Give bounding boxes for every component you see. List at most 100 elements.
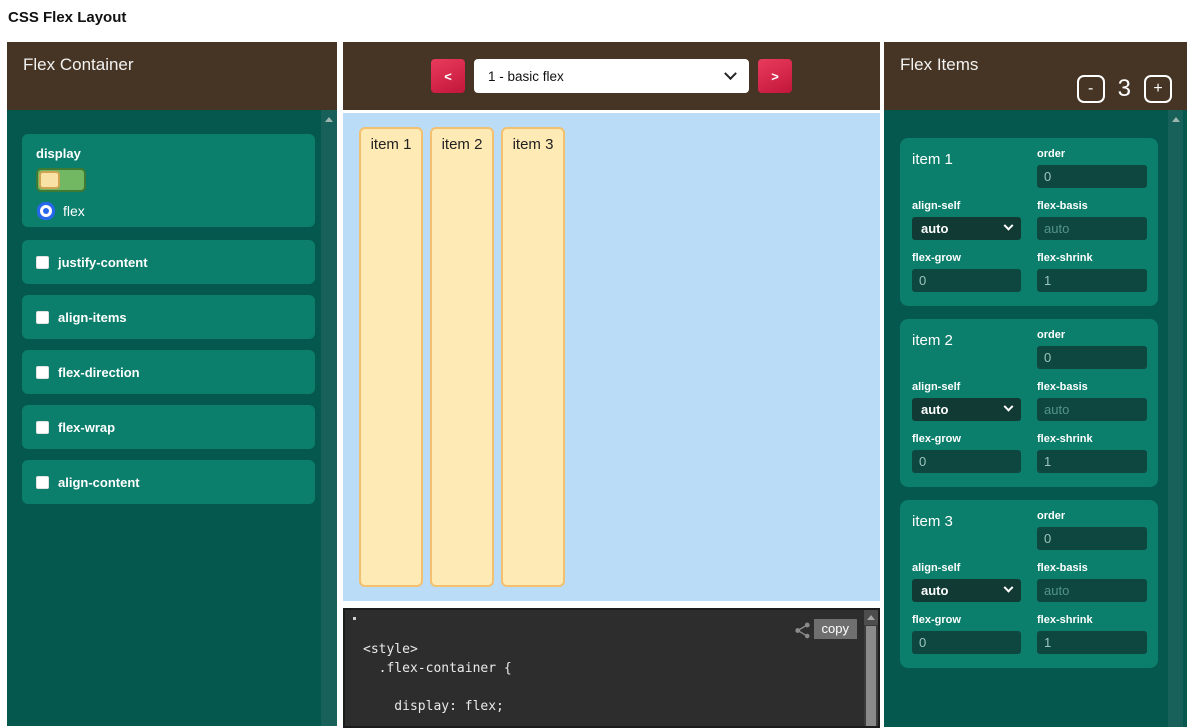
property-label: align-content xyxy=(58,475,140,490)
align-self-value: auto xyxy=(921,583,948,598)
flex-basis-input[interactable] xyxy=(1037,398,1147,421)
flex-item-card: item 1 order align-self auto flex-basis xyxy=(900,138,1158,306)
flex-items-panel-header: Flex Items - 3 + xyxy=(884,42,1187,110)
flex-shrink-field: flex-shrink xyxy=(1037,614,1147,654)
property-card: flex-direction xyxy=(22,350,315,394)
example-select-value: 1 - basic flex xyxy=(488,69,564,84)
scroll-up-icon[interactable] xyxy=(325,117,333,122)
code-panel: <style> .flex-container { display: flex;… xyxy=(343,608,880,728)
align-self-select[interactable]: auto xyxy=(912,579,1021,602)
flex-basis-field: flex-basis xyxy=(1037,200,1147,240)
flex-grow-field: flex-grow xyxy=(912,433,1021,473)
order-label: order xyxy=(1037,148,1147,160)
property-checkbox[interactable] xyxy=(36,476,49,489)
align-self-label: align-self xyxy=(912,200,1021,212)
demo-flex-item: item 1 xyxy=(359,127,423,587)
property-card: align-content xyxy=(22,460,315,504)
align-self-select[interactable]: auto xyxy=(912,217,1021,240)
order-input[interactable] xyxy=(1037,346,1147,369)
item-name: item 2 xyxy=(912,329,1021,369)
align-self-select[interactable]: auto xyxy=(912,398,1021,421)
code-text: <style> .flex-container { display: flex; xyxy=(363,640,512,716)
increase-items-button[interactable]: + xyxy=(1144,75,1172,103)
property-label: flex-wrap xyxy=(58,420,115,435)
order-input[interactable] xyxy=(1037,527,1147,550)
align-self-label: align-self xyxy=(912,562,1021,574)
flex-items-panel: Flex Items - 3 + item 1 order align-self… xyxy=(884,42,1187,727)
share-icon[interactable] xyxy=(793,621,812,645)
align-self-field: align-self auto xyxy=(912,381,1021,421)
chevron-down-icon xyxy=(1004,583,1014,593)
flex-shrink-label: flex-shrink xyxy=(1037,433,1147,445)
flex-container-panel: Flex Container display flex justify-cont… xyxy=(7,42,337,726)
copy-button[interactable]: copy xyxy=(814,619,857,639)
align-self-value: auto xyxy=(921,221,948,236)
left-panel-scrollbar[interactable] xyxy=(321,110,337,726)
flex-shrink-field: flex-shrink xyxy=(1037,433,1147,473)
order-field: order xyxy=(1037,510,1147,550)
property-checkbox[interactable] xyxy=(36,311,49,324)
flex-demo-container: item 1 item 2 item 3 xyxy=(343,113,880,601)
chevron-down-icon xyxy=(1004,402,1014,412)
scroll-up-icon[interactable] xyxy=(864,610,878,625)
flex-basis-input[interactable] xyxy=(1037,217,1147,240)
flex-grow-input[interactable] xyxy=(912,269,1021,292)
property-card: justify-content xyxy=(22,240,315,284)
code-scroll-thumb[interactable] xyxy=(866,626,876,726)
flex-radio-label: flex xyxy=(63,203,85,219)
align-self-field: align-self auto xyxy=(912,562,1021,602)
property-card: flex-wrap xyxy=(22,405,315,449)
flex-grow-input[interactable] xyxy=(912,450,1021,473)
chevron-down-icon xyxy=(1004,221,1014,231)
property-label: flex-direction xyxy=(58,365,140,380)
flex-item-card: item 2 order align-self auto flex-basis xyxy=(900,319,1158,487)
code-scrollbar[interactable] xyxy=(864,610,878,726)
flex-basis-label: flex-basis xyxy=(1037,381,1147,393)
next-example-button[interactable]: > xyxy=(758,59,792,93)
item-count: 3 xyxy=(1118,75,1131,103)
item-name: item 3 xyxy=(912,510,1021,550)
toggle-knob xyxy=(39,171,60,189)
right-panel-scrollbar[interactable] xyxy=(1168,110,1183,727)
order-field: order xyxy=(1037,148,1147,188)
example-select[interactable]: 1 - basic flex xyxy=(474,59,749,93)
flex-grow-label: flex-grow xyxy=(912,252,1021,264)
decrease-items-button[interactable]: - xyxy=(1077,75,1105,103)
order-label: order xyxy=(1037,510,1147,522)
flex-grow-input[interactable] xyxy=(912,631,1021,654)
align-self-label: align-self xyxy=(912,381,1021,393)
display-toggle[interactable] xyxy=(36,168,86,192)
flex-radio[interactable] xyxy=(43,208,49,214)
flex-basis-input[interactable] xyxy=(1037,579,1147,602)
flex-shrink-label: flex-shrink xyxy=(1037,252,1147,264)
align-self-value: auto xyxy=(921,402,948,417)
property-label: align-items xyxy=(58,310,127,325)
property-checkbox[interactable] xyxy=(36,421,49,434)
flex-shrink-input[interactable] xyxy=(1037,631,1147,654)
flex-basis-field: flex-basis xyxy=(1037,562,1147,602)
align-self-field: align-self auto xyxy=(912,200,1021,240)
chevron-down-icon xyxy=(724,67,737,80)
prev-example-button[interactable]: < xyxy=(431,59,465,93)
property-checkbox[interactable] xyxy=(36,366,49,379)
flex-grow-label: flex-grow xyxy=(912,614,1021,626)
flex-basis-label: flex-basis xyxy=(1037,200,1147,212)
item-name: item 1 xyxy=(912,148,1021,188)
flex-shrink-input[interactable] xyxy=(1037,450,1147,473)
example-nav-header: < 1 - basic flex > xyxy=(343,42,880,110)
property-checkbox[interactable] xyxy=(36,256,49,269)
flex-shrink-field: flex-shrink xyxy=(1037,252,1147,292)
flex-grow-field: flex-grow xyxy=(912,614,1021,654)
flex-container-panel-body: display flex justify-content align-items xyxy=(7,110,337,726)
display-label: display xyxy=(36,146,301,161)
flex-basis-label: flex-basis xyxy=(1037,562,1147,574)
code-caret-dot xyxy=(353,617,356,620)
scroll-up-icon[interactable] xyxy=(1172,117,1180,122)
order-input[interactable] xyxy=(1037,165,1147,188)
order-field: order xyxy=(1037,329,1147,369)
order-label: order xyxy=(1037,329,1147,341)
demo-flex-item: item 2 xyxy=(430,127,494,587)
flex-shrink-input[interactable] xyxy=(1037,269,1147,292)
flex-container-panel-title: Flex Container xyxy=(23,55,134,74)
flex-shrink-label: flex-shrink xyxy=(1037,614,1147,626)
